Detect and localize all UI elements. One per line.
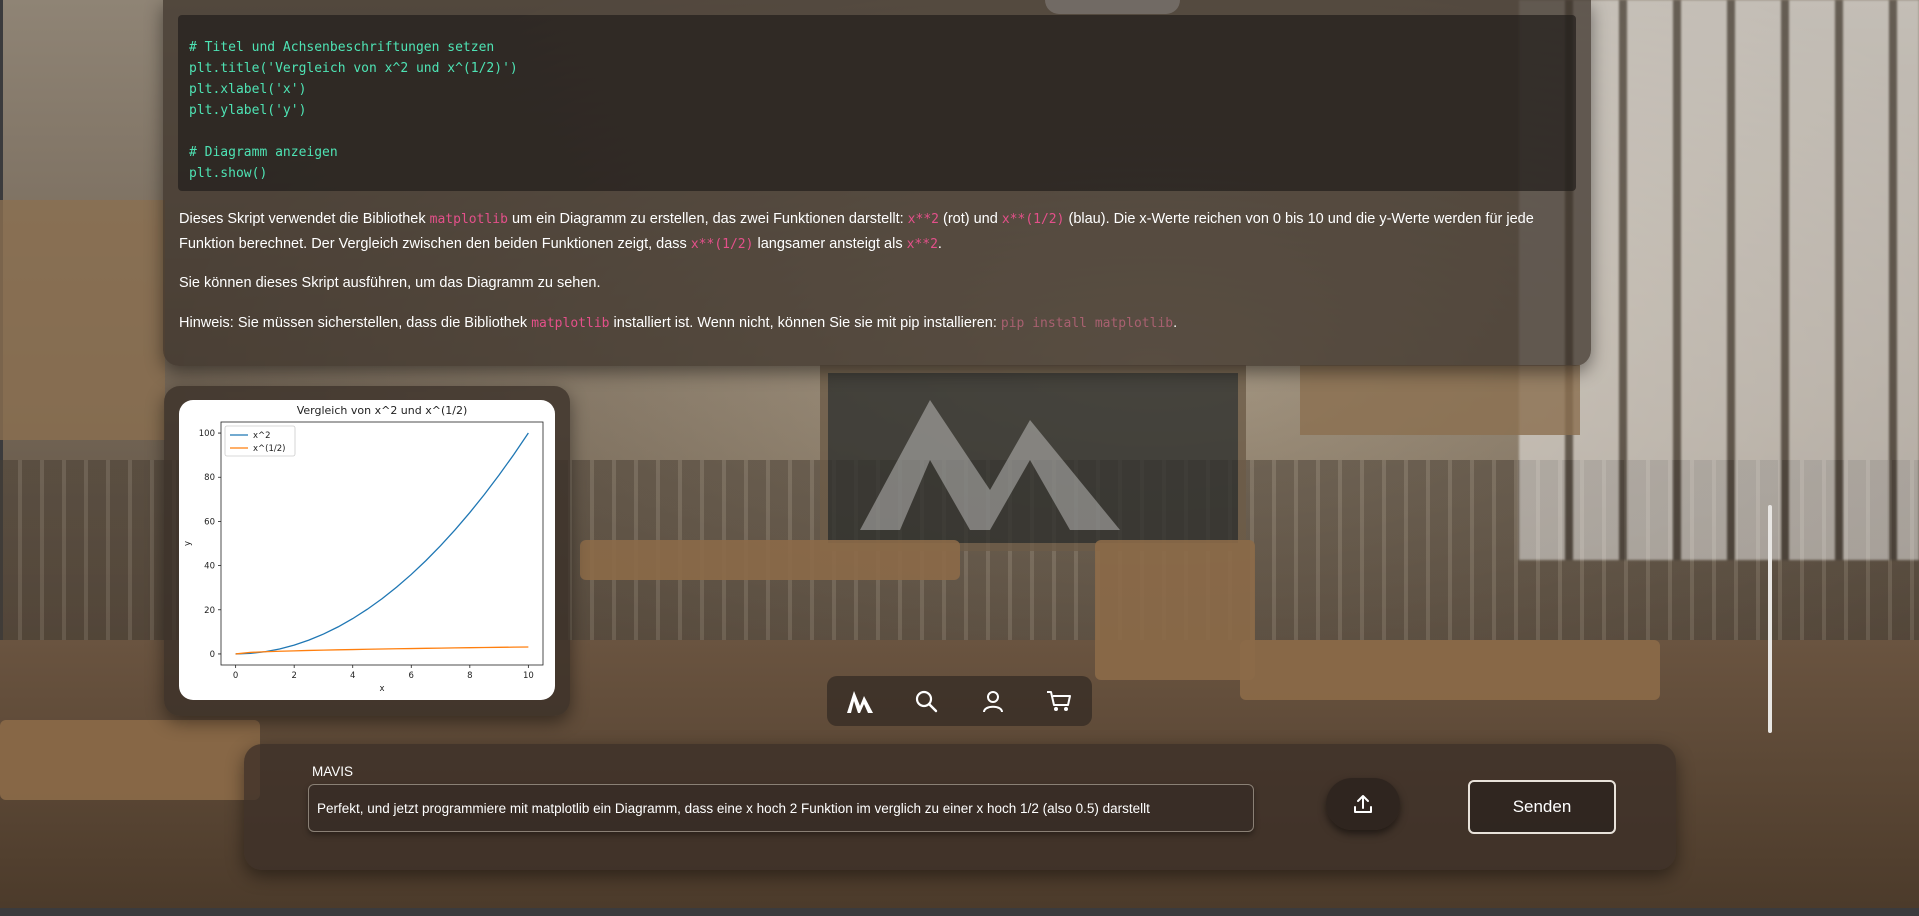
series-line-2 <box>235 646 529 655</box>
text: installiert ist. Wenn nicht, können Sie … <box>609 315 1001 331</box>
y-tick-label: 60 <box>204 517 215 527</box>
background-desk <box>1240 640 1660 700</box>
text: Hinweis: Sie müssen sicherstellen, dass … <box>179 315 532 331</box>
code-line: plt.xlabel('x') <box>189 82 307 97</box>
explanation-paragraph-3: Hinweis: Sie müssen sicherstellen, dass … <box>179 311 1579 336</box>
text: langsamer ansteigt als <box>753 236 907 252</box>
x-tick-label: 0 <box>233 671 238 681</box>
plot-area <box>220 421 544 666</box>
inline-code: x**(1/2) <box>1001 212 1065 227</box>
upload-icon <box>1354 795 1372 813</box>
inline-code: matplotlib <box>531 316 610 331</box>
chat-response-panel: # Titel und Achsenbeschriftungen setzen p… <box>163 0 1591 366</box>
assistant-label: MAVIS <box>312 764 354 779</box>
legend-label: x^2 <box>253 431 271 441</box>
explanation-paragraph-1: Dieses Skript verwendet die Bibliothek m… <box>179 207 1579 257</box>
inline-code: x**2 <box>907 212 939 227</box>
nav-home-button[interactable] <box>840 681 880 721</box>
send-button[interactable]: Senden <box>1468 780 1616 834</box>
inline-code: x**(1/2) <box>690 237 754 252</box>
code-line: plt.ylabel('y') <box>189 103 307 118</box>
y-tick-label: 0 <box>210 650 215 660</box>
background-corkboard-right <box>1300 365 1580 435</box>
scrollbar[interactable] <box>1768 505 1772 733</box>
text: Funktion berechnet. Der Vergleich zwisch… <box>179 236 691 252</box>
x-axis-label: x <box>379 684 384 694</box>
y-tick-label: 20 <box>204 606 215 616</box>
x-tick-label: 10 <box>523 671 534 681</box>
nav-search-button[interactable] <box>906 681 946 721</box>
y-tick-label: 80 <box>204 473 215 483</box>
user-icon <box>982 691 1003 713</box>
background-teacher-desk <box>1095 540 1255 680</box>
text: (blau). Die x-Werte reichen von 0 bis 10… <box>1064 211 1534 227</box>
series-line-1 <box>235 432 529 655</box>
code-line: plt.title('Vergleich von x^2 und x^(1/2)… <box>189 61 518 76</box>
window-bottom-edge <box>0 908 1919 916</box>
chart-title: Vergleich von x^2 und x^(1/2) <box>297 404 468 417</box>
x-tick-label: 6 <box>409 671 414 681</box>
legend-label: x^(1/2) <box>253 444 285 454</box>
mavis-logo-icon <box>847 691 874 713</box>
explanation-paragraph-2: Sie können dieses Skript ausführen, um d… <box>179 275 601 291</box>
upload-button[interactable] <box>1326 778 1400 830</box>
code-content: # Titel und Achsenbeschriftungen setzen p… <box>178 15 1576 184</box>
x-tick-label: 4 <box>350 671 355 681</box>
code-block: # Titel und Achsenbeschriftungen setzen p… <box>178 15 1576 191</box>
x-tick-label: 8 <box>467 671 472 681</box>
nav-cart-button[interactable] <box>1039 681 1079 721</box>
background-mavis-logo-icon <box>860 400 1120 530</box>
code-line: # Titel und Achsenbeschriftungen setzen <box>189 40 495 55</box>
line-chart: Vergleich von x^2 und x^(1/2)0 2 4 6 8 100204… <box>183 404 544 694</box>
y-tick-label: 100 <box>199 429 215 439</box>
search-icon <box>916 690 938 713</box>
y-axis-label: y <box>183 541 193 546</box>
nav-account-button[interactable] <box>973 681 1013 721</box>
background-desk <box>0 720 260 800</box>
code-line: # Diagramm anzeigen <box>189 145 338 160</box>
chart-image: Vergleich von x^2 und x^(1/2) 0 2 4 6 8 10 0 20 4… <box>179 400 555 700</box>
background-desk <box>580 540 960 580</box>
bottom-navigation <box>827 676 1092 726</box>
background-corkboard <box>0 200 165 440</box>
code-line: plt.show() <box>189 166 268 181</box>
text: um ein Diagramm zu erstellen, das zwei F… <box>507 211 908 227</box>
inline-code: matplotlib <box>429 212 508 227</box>
cart-icon <box>1046 691 1071 711</box>
x-tick-label: 2 <box>291 671 296 681</box>
text: Dieses Skript verwendet die Bibliothek <box>179 211 430 227</box>
prompt-panel: MAVIS Senden <box>244 744 1676 870</box>
prompt-input[interactable] <box>308 784 1254 832</box>
y-tick-label: 40 <box>204 562 215 572</box>
chart-card: Vergleich von x^2 und x^(1/2) 0 2 4 6 8 10 0 20 4… <box>164 386 570 716</box>
text: (rot) und <box>938 211 1002 227</box>
inline-code-command: pip install matplotlib <box>1000 316 1174 331</box>
inline-code: x**2 <box>906 237 938 252</box>
text: . <box>1173 315 1178 331</box>
text: . <box>937 236 942 252</box>
